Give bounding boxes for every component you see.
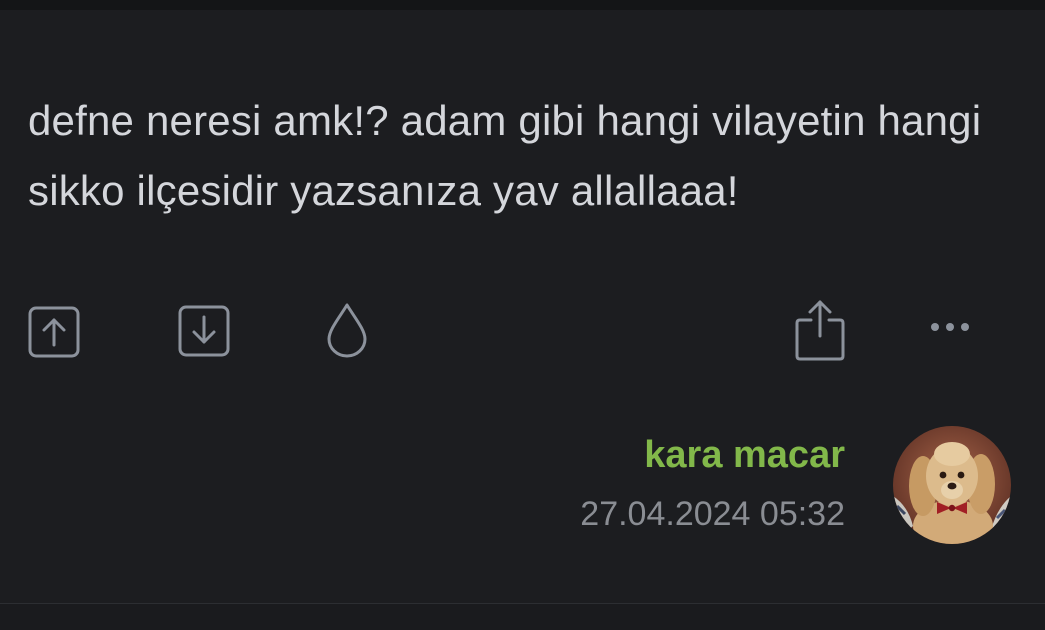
- bottom-strip: [0, 604, 1045, 630]
- entry-date: 27.04.2024 05:32: [580, 495, 845, 533]
- author-avatar[interactable]: [893, 426, 1011, 544]
- more-dots-icon: [931, 323, 969, 331]
- more-button[interactable]: [928, 320, 972, 334]
- arrow-up-square-icon: [28, 306, 80, 358]
- drop-button[interactable]: [326, 302, 368, 358]
- author-name-link[interactable]: kara macar: [580, 430, 845, 480]
- entry-actions: [0, 296, 1045, 366]
- author-block: kara macar 27.04.2024 05:32: [580, 430, 845, 534]
- entry-text: defne neresi amk!? adam gibi hangi vilay…: [28, 97, 982, 214]
- downvote-button[interactable]: [178, 305, 230, 357]
- share-icon: [795, 300, 845, 361]
- arrow-down-square-icon: [178, 305, 230, 357]
- dog-avatar-image: [893, 426, 1011, 544]
- droplet-icon: [327, 303, 367, 358]
- top-strip: [0, 0, 1045, 10]
- upvote-button[interactable]: [28, 306, 80, 358]
- share-button[interactable]: [794, 298, 846, 362]
